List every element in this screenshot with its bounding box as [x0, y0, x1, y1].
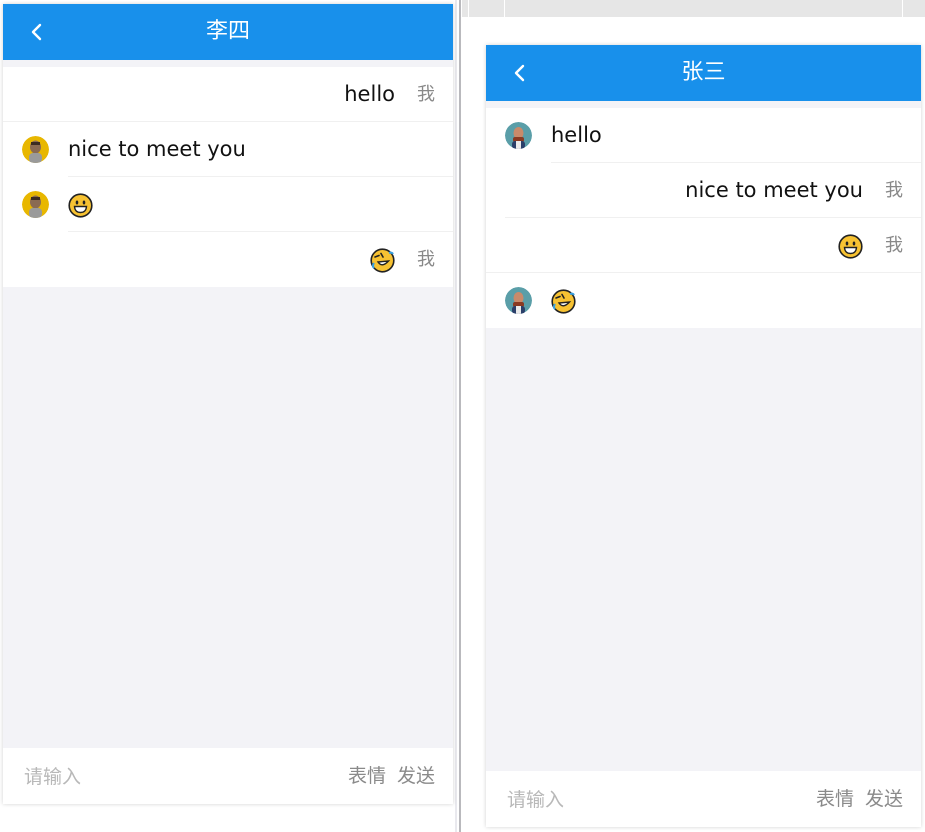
chat-title: 李四: [205, 19, 250, 44]
me-label: 我: [885, 235, 903, 256]
grinning-face-icon: [838, 233, 863, 259]
chat-header: 李四: [3, 4, 453, 60]
me-label: 我: [417, 84, 435, 105]
message-input[interactable]: [22, 760, 266, 794]
message-row-incoming: nice to meet you: [3, 122, 453, 177]
message-input[interactable]: [505, 783, 749, 817]
emoji-button[interactable]: 表情: [816, 771, 854, 827]
send-button[interactable]: 发送: [865, 771, 903, 827]
emoji-button[interactable]: 表情: [348, 748, 386, 804]
message-row-outgoing: hello 我: [3, 67, 453, 122]
message-row-incoming: [3, 177, 453, 232]
chat-header: 张三: [486, 45, 921, 101]
message-text: nice to meet you: [685, 178, 863, 202]
avatar[interactable]: [22, 191, 49, 218]
chat-title: 张三: [681, 60, 726, 85]
message-list: hello 我 nice to meet you 我: [3, 67, 453, 287]
window-gap: [455, 0, 457, 832]
message-row-incoming: [486, 273, 921, 328]
chat-window-lisi: 李四 hello 我 nice to meet you 我 请输入 表情 发送: [3, 4, 453, 804]
rolling-laughing-face-icon: [551, 288, 576, 314]
message-row-outgoing: 我: [486, 218, 921, 273]
avatar[interactable]: [505, 122, 532, 149]
message-emoji: [68, 177, 93, 232]
rolling-laughing-face-icon: [370, 247, 395, 273]
avatar[interactable]: [22, 136, 49, 163]
message-row-outgoing: 我: [3, 232, 453, 287]
window-divider: [459, 0, 461, 832]
message-emoji: [838, 218, 863, 273]
me-label: 我: [417, 249, 435, 270]
message-list: hello nice to meet you 我 我: [486, 108, 921, 328]
input-bar: 表情 发送: [486, 771, 921, 827]
back-arrow-icon[interactable]: [508, 61, 532, 85]
send-button[interactable]: 发送: [397, 748, 435, 804]
chat-window-zhangsan: 张三 hello nice to meet you 我 我 请输入 表情 发送: [486, 45, 921, 827]
message-text: hello: [344, 82, 395, 106]
message-row-incoming: hello: [486, 108, 921, 163]
browser-top-strip: [462, 0, 925, 17]
message-text: hello: [551, 123, 602, 147]
me-label: 我: [885, 180, 903, 201]
message-text: nice to meet you: [68, 137, 246, 161]
grinning-face-icon: [68, 192, 93, 218]
avatar[interactable]: [505, 287, 532, 314]
message-emoji: [370, 232, 395, 287]
message-emoji: [551, 273, 576, 328]
message-row-outgoing: nice to meet you 我: [486, 163, 921, 218]
back-arrow-icon[interactable]: [25, 20, 49, 44]
input-bar: 表情 发送: [3, 748, 453, 804]
